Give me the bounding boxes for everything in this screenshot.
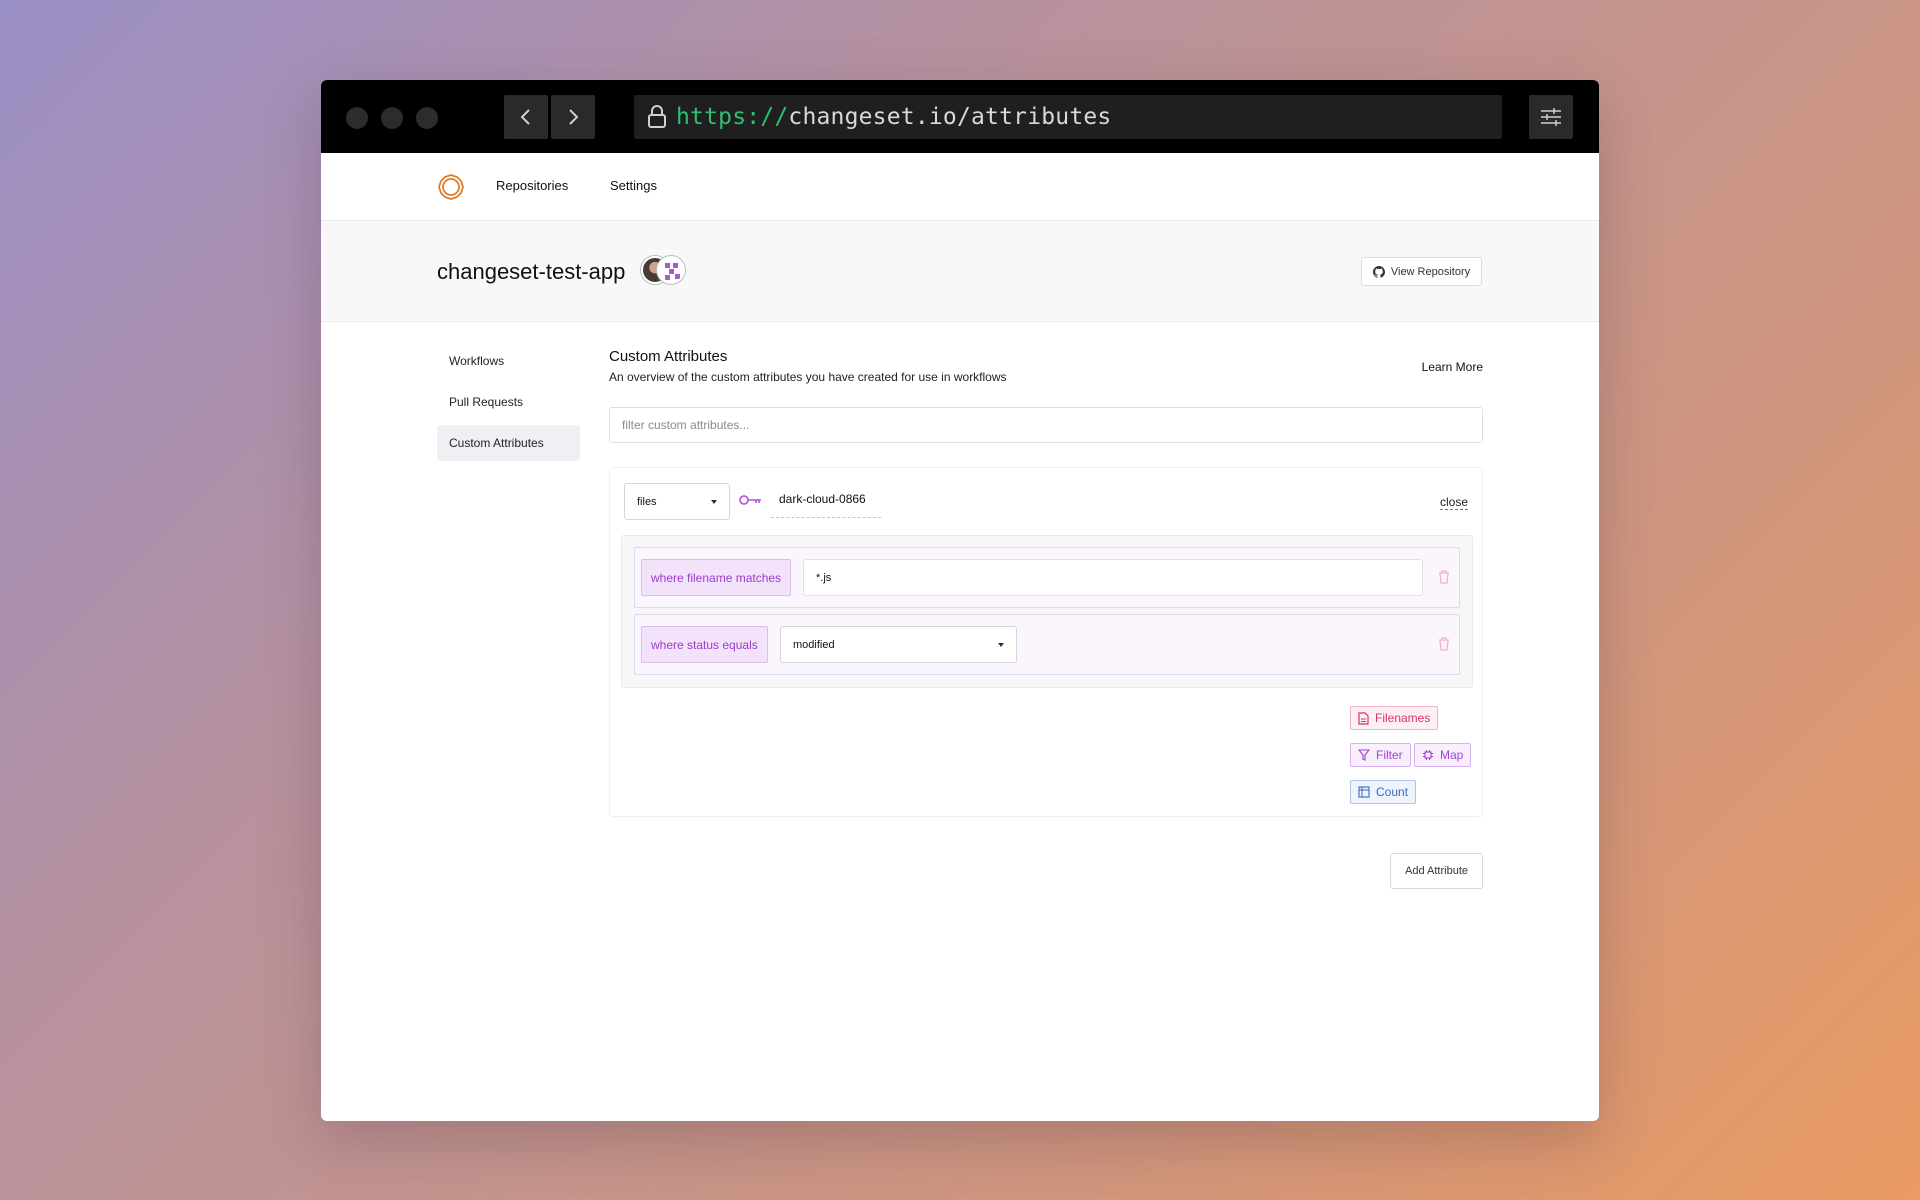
filter-label: Filter: [1376, 748, 1403, 762]
changeset-logo-icon[interactable]: [437, 173, 465, 206]
trash-icon[interactable]: [1438, 637, 1450, 656]
forward-button[interactable]: [551, 95, 595, 139]
caret-down-icon: [998, 642, 1004, 647]
filter-input[interactable]: [622, 418, 1482, 432]
file-icon: [1358, 711, 1369, 725]
view-repository-button[interactable]: View Repository: [1361, 257, 1482, 286]
url-path: changeset.io/attributes: [788, 104, 1112, 130]
sidebar: Workflows Pull Requests Custom Attribute…: [437, 343, 580, 466]
add-attribute-button[interactable]: Add Attribute: [1390, 853, 1483, 889]
sidebar-item-custom-attributes[interactable]: Custom Attributes: [437, 425, 580, 461]
avatar[interactable]: [657, 256, 685, 284]
rules-container: where filename matches *.js where status…: [621, 535, 1473, 688]
lock-icon: [638, 105, 676, 129]
count-button[interactable]: Count: [1350, 780, 1417, 804]
table-icon: [1358, 786, 1370, 798]
main-content: Custom Attributes An overview of the cus…: [609, 348, 1483, 817]
browser-menu-button[interactable]: [1529, 95, 1573, 139]
key-icon: [739, 493, 763, 512]
close-link[interactable]: close: [1439, 495, 1468, 510]
browser-toolbar: https://changeset.io/attributes: [321, 80, 1599, 153]
filenames-label: Filenames: [1375, 711, 1431, 725]
map-label: Map: [1440, 748, 1464, 762]
rule-row: where filename matches *.js: [634, 547, 1460, 608]
caret-down-icon: [711, 499, 717, 504]
nav-repositories[interactable]: Repositories: [496, 178, 568, 193]
back-button[interactable]: [504, 95, 548, 139]
repo-header: changeset-test-app View Repository: [321, 221, 1599, 322]
source-select[interactable]: files: [624, 483, 730, 520]
attribute-name-field[interactable]: dark-cloud-0866: [771, 492, 881, 518]
url-text: https://changeset.io/attributes: [676, 104, 1111, 130]
rule-label[interactable]: where filename matches: [641, 559, 792, 596]
nav-settings[interactable]: Settings: [610, 178, 657, 193]
source-select-value: files: [637, 495, 657, 508]
url-scheme: https://: [676, 104, 789, 130]
trash-icon[interactable]: [1438, 570, 1450, 589]
sliders-icon: [1541, 108, 1561, 126]
count-label: Count: [1376, 785, 1409, 799]
browser-window: https://changeset.io/attributes Reposito…: [321, 80, 1599, 1121]
view-repository-label: View Repository: [1390, 265, 1471, 278]
filename-pattern-input[interactable]: *.js: [803, 559, 1423, 596]
chevron-left-icon: [520, 109, 530, 125]
window-maximize-dot[interactable]: [416, 107, 438, 129]
map-button[interactable]: Map: [1414, 743, 1472, 767]
attribute-header: files dark-cloud-0866 close: [610, 468, 1482, 534]
filter-button[interactable]: Filter: [1350, 743, 1411, 767]
section-subtitle: An overview of the custom attributes you…: [609, 370, 1007, 384]
status-select-value: modified: [793, 638, 835, 651]
github-icon: [1372, 265, 1385, 278]
rule-row: where status equals modified: [634, 614, 1460, 675]
sidebar-item-pull-requests[interactable]: Pull Requests: [437, 384, 580, 420]
top-navigation: Repositories Settings: [321, 153, 1599, 221]
address-bar[interactable]: https://changeset.io/attributes: [634, 95, 1502, 139]
filter-search[interactable]: [609, 407, 1483, 443]
sidebar-item-workflows[interactable]: Workflows: [437, 343, 580, 379]
chevron-right-icon: [569, 109, 579, 125]
section-title: Custom Attributes: [609, 348, 728, 365]
filenames-button[interactable]: Filenames: [1350, 706, 1439, 730]
repo-title: changeset-test-app: [437, 259, 626, 284]
learn-more-link[interactable]: Learn More: [1422, 360, 1483, 374]
window-minimize-dot[interactable]: [381, 107, 403, 129]
attribute-card: files dark-cloud-0866 close where filena…: [609, 467, 1483, 817]
chip-icon: [1423, 750, 1433, 760]
operations-panel: Filenames Filter Map Count: [1350, 706, 1472, 816]
status-select[interactable]: modified: [780, 626, 1017, 663]
window-close-dot[interactable]: [346, 107, 368, 129]
rule-label[interactable]: where status equals: [641, 626, 768, 663]
filter-icon: [1358, 749, 1370, 761]
